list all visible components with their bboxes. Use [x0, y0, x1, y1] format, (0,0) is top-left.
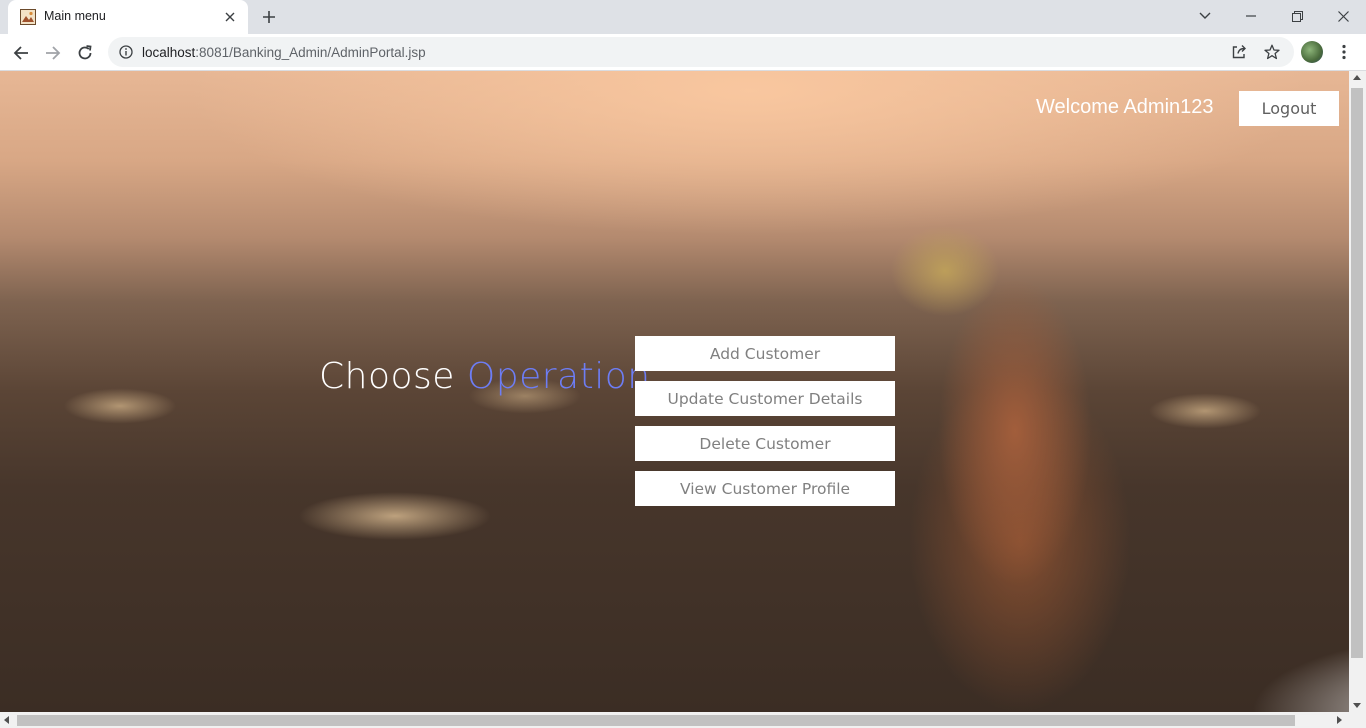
view-customer-profile-button[interactable]: View Customer Profile	[635, 471, 895, 506]
vertical-scrollbar[interactable]	[1349, 71, 1366, 712]
tab-title: Main menu	[44, 9, 106, 23]
add-customer-button[interactable]: Add Customer	[635, 336, 895, 371]
forward-arrow-icon[interactable]	[40, 40, 66, 66]
address-url[interactable]: localhost:8081/Banking_Admin/AdminPortal…	[142, 45, 426, 60]
back-arrow-icon[interactable]	[8, 40, 34, 66]
page-heading: Choose Operation	[319, 356, 651, 397]
scroll-right-arrow-icon[interactable]	[1337, 716, 1342, 724]
chevron-down-icon[interactable]	[1182, 0, 1228, 32]
update-customer-details-button[interactable]: Update Customer Details	[635, 381, 895, 416]
restore-icon[interactable]	[1274, 0, 1320, 32]
url-host: localhost	[142, 45, 196, 60]
welcome-text: Welcome Admin123	[1036, 96, 1214, 118]
minimize-icon[interactable]	[1228, 0, 1274, 32]
tab-close-icon[interactable]	[220, 7, 240, 27]
tab-strip: Main menu	[0, 0, 1366, 34]
share-icon[interactable]	[1230, 43, 1248, 61]
kebab-menu-icon[interactable]	[1336, 41, 1352, 63]
horizontal-scrollbar[interactable]	[0, 712, 1366, 728]
info-icon[interactable]	[119, 45, 133, 59]
page-viewport: Welcome Admin123 Logout Choose Operation…	[0, 71, 1349, 712]
heading-lead: Choose	[319, 356, 455, 397]
horizontal-scroll-thumb[interactable]	[17, 715, 1295, 726]
browser-toolbar: localhost:8081/Banking_Admin/AdminPortal…	[0, 34, 1366, 71]
scroll-up-arrow-icon[interactable]	[1353, 75, 1361, 80]
star-icon[interactable]	[1263, 43, 1281, 61]
delete-customer-button[interactable]: Delete Customer	[635, 426, 895, 461]
image-favicon-icon	[20, 9, 36, 25]
plus-icon[interactable]	[258, 6, 280, 28]
heading-accent: Operation	[466, 356, 651, 397]
scroll-down-arrow-icon[interactable]	[1353, 703, 1361, 708]
address-bar[interactable]: localhost:8081/Banking_Admin/AdminPortal…	[108, 37, 1294, 67]
browser-tab[interactable]: Main menu	[8, 0, 248, 34]
url-path: :8081/Banking_Admin/AdminPortal.jsp	[195, 45, 426, 60]
scroll-left-arrow-icon[interactable]	[4, 716, 9, 724]
close-icon[interactable]	[1320, 0, 1366, 32]
vertical-scroll-thumb[interactable]	[1351, 88, 1363, 658]
logout-button[interactable]: Logout	[1239, 91, 1339, 126]
reload-icon[interactable]	[72, 40, 98, 66]
profile-avatar[interactable]	[1301, 41, 1323, 63]
